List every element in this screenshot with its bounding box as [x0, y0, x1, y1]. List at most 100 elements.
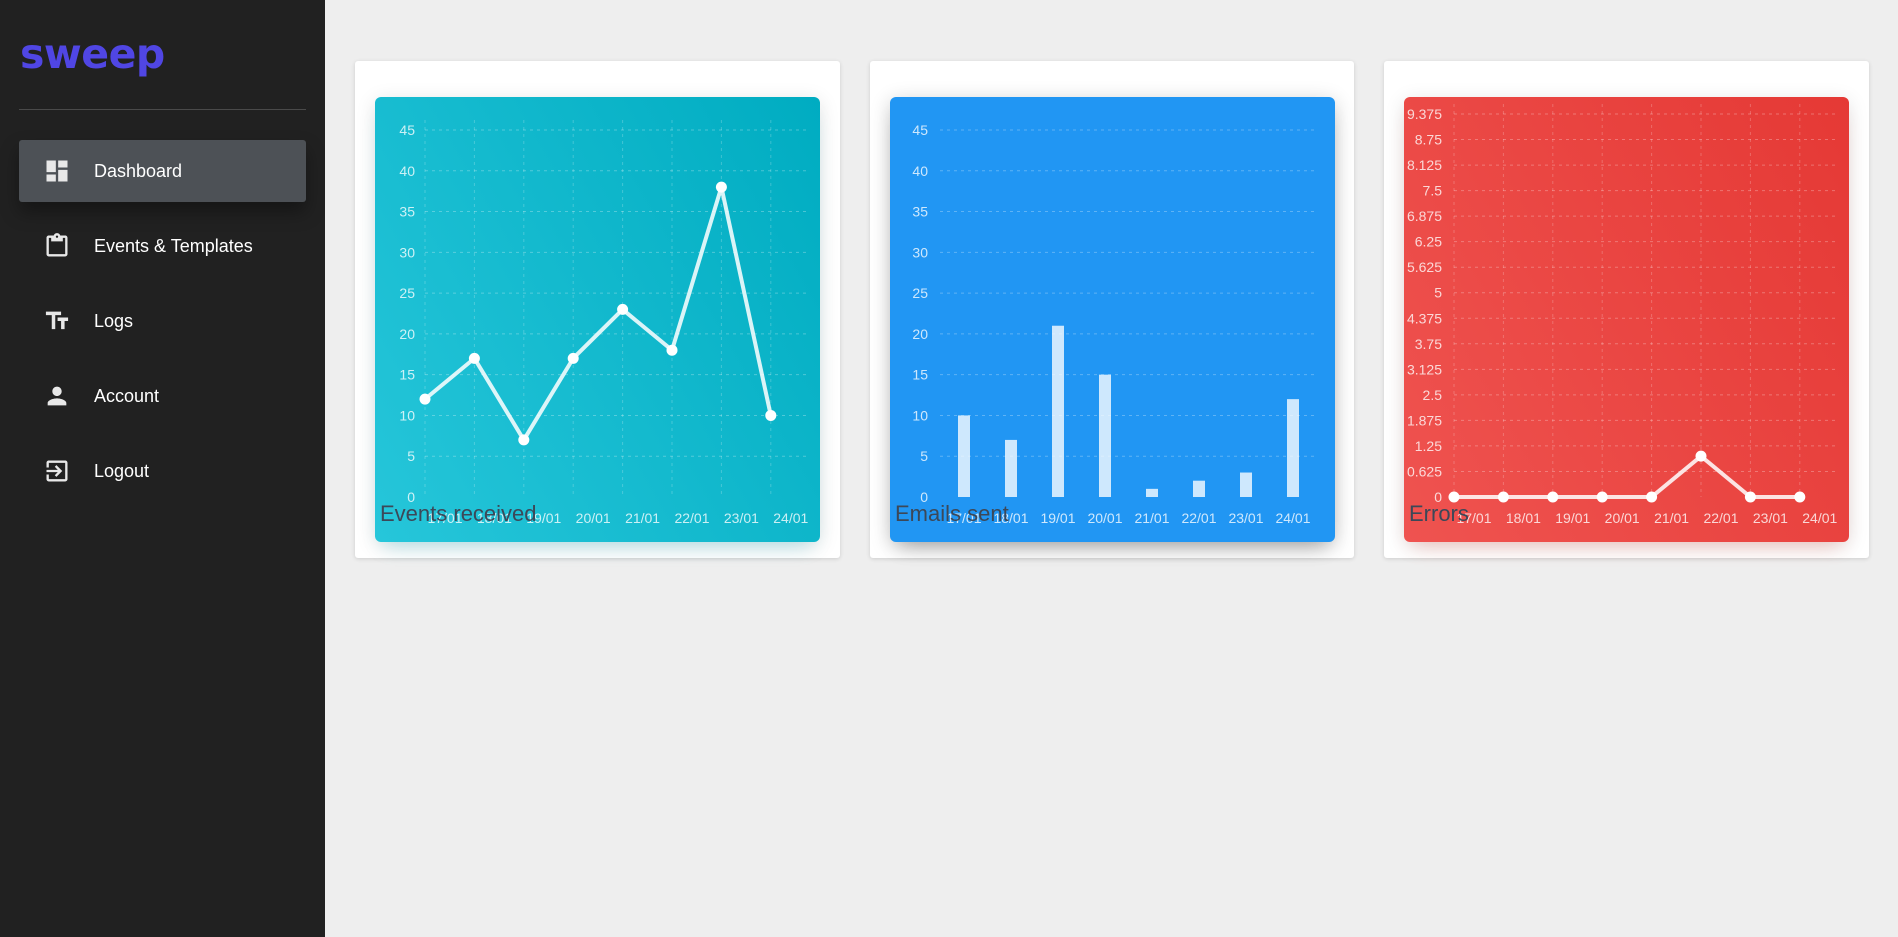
sidebar-nav: Dashboard Events & Templates Logs Accoun…: [19, 140, 306, 515]
sidebar: sweep Dashboard Events & Templates Logs …: [0, 0, 325, 937]
x-tick-label: 22/01: [1703, 510, 1738, 526]
sidebar-item-logs[interactable]: Logs: [19, 290, 306, 352]
errors-chart-svg: 00.6251.251.8752.53.1253.754.37555.6256.…: [1407, 104, 1838, 526]
events-received-chart-svg: 05101520253035404517/01 18/01 19/01 20/01 21…: [399, 120, 809, 526]
events-received-chart: 0 5 10 15 20 25 30 35 40 45 17/01 18/01 19/01 20/01 21…: [375, 97, 820, 542]
bar: [1146, 488, 1158, 497]
emails-sent-chart-svg: 05101520253035404517/01 18/01 19/01 20/01 21…: [912, 122, 1315, 526]
errors-chart: 0 0.625 1.25 1.875 2.5 3.125 3.75 4.375 5 5.625 6.…: [1404, 97, 1849, 542]
sidebar-item-events-templates[interactable]: Events & Templates: [19, 215, 306, 277]
app-logo[interactable]: sweep: [20, 30, 165, 78]
y-tick-label: 4.375: [1407, 310, 1442, 326]
x-tick-label: 23/01: [724, 510, 759, 526]
y-tick-label: 15: [912, 367, 928, 383]
data-point: [715, 181, 727, 193]
y-tick-label: 1.25: [1415, 438, 1442, 454]
y-tick-label: 20: [912, 326, 928, 342]
sidebar-item-label: Logs: [94, 310, 134, 331]
bar: [1005, 439, 1017, 497]
data-point: [1547, 491, 1559, 503]
y-tick-label: 9.375: [1407, 106, 1442, 122]
data-point: [765, 409, 777, 421]
x-tick-label: 19/01: [1040, 510, 1075, 526]
emails-sent-card: 0 5 10 15 20 25 30 35 40 45 17/01 18/01 19/01 20/01 21…: [870, 61, 1354, 558]
y-tick-label: 2.5: [1423, 387, 1443, 403]
y-tick-label: 45: [399, 122, 415, 138]
emails-sent-chart: 0 5 10 15 20 25 30 35 40 45 17/01 18/01 19/01 20/01 21…: [890, 97, 1335, 542]
x-tick-label: 21/01: [1134, 510, 1169, 526]
x-tick-label: 23/01: [1228, 510, 1263, 526]
x-tick-label: 24/01: [773, 510, 808, 526]
data-point: [666, 344, 678, 356]
y-tick-label: 30: [912, 244, 928, 260]
y-tick-label: 5: [920, 448, 928, 464]
y-tick-label: 6.875: [1407, 208, 1442, 224]
sidebar-item-logout[interactable]: Logout: [19, 440, 306, 502]
bar: [1287, 399, 1299, 497]
clipboard-icon: [42, 231, 72, 261]
y-tick-label: 35: [912, 204, 928, 220]
y-tick-label: 30: [399, 244, 415, 260]
y-tick-label: 6.25: [1415, 234, 1442, 250]
x-tick-label: 24/01: [1275, 510, 1310, 526]
x-tick-label: 22/01: [674, 510, 709, 526]
y-tick-label: 15: [399, 367, 415, 383]
sidebar-item-label: Dashboard: [94, 160, 183, 181]
sidebar-item-label: Logout: [94, 460, 150, 481]
events-received-card: 0 5 10 15 20 25 30 35 40 45 17/01 18/01 19/01 20/01 21…: [355, 61, 840, 558]
chart-grid: [424, 120, 808, 497]
card-title: Emails sent: [895, 501, 1009, 526]
y-tick-label: 25: [912, 285, 928, 301]
x-tick-label: 21/01: [1654, 510, 1689, 526]
y-tick-label: 5: [1434, 285, 1442, 301]
y-tick-label: 7.5: [1423, 183, 1443, 199]
logout-icon: [42, 456, 72, 486]
x-tick-label: 20/01: [1605, 510, 1640, 526]
y-tick-label: 10: [912, 407, 928, 423]
data-point: [1794, 491, 1806, 503]
sidebar-divider: [19, 109, 306, 110]
y-tick-label: 10: [399, 407, 415, 423]
data-point: [617, 303, 629, 315]
y-tick-label: 0.625: [1407, 463, 1442, 479]
y-tick-label: 45: [912, 122, 928, 138]
y-tick-label: 20: [399, 326, 415, 342]
x-tick-label: 22/01: [1181, 510, 1216, 526]
data-point: [1744, 491, 1756, 503]
bar: [1099, 374, 1111, 497]
chart-grid: [940, 129, 1315, 457]
y-tick-label: 40: [912, 163, 928, 179]
bar: [958, 415, 970, 497]
data-point: [468, 352, 480, 364]
bar: [1240, 472, 1252, 497]
text-style-icon: [42, 306, 72, 336]
y-tick-label: 40: [399, 163, 415, 179]
x-tick-label: 24/01: [1802, 510, 1837, 526]
series-line: [423, 185, 773, 442]
y-tick-label: 8.75: [1415, 132, 1442, 148]
y-tick-label: 25: [399, 285, 415, 301]
x-tick-label: 20/01: [1087, 510, 1122, 526]
data-point: [1695, 450, 1707, 462]
person-icon: [42, 381, 72, 411]
errors-card: 0 0.625 1.25 1.875 2.5 3.125 3.75 4.375 5 5.625 6.…: [1384, 61, 1869, 558]
y-tick-label: 3.75: [1415, 336, 1442, 352]
x-tick-label: 19/01: [1555, 510, 1590, 526]
dashboard-icon: [42, 156, 72, 186]
sidebar-item-account[interactable]: Account: [19, 365, 306, 427]
sidebar-item-label: Account: [94, 385, 160, 406]
data-point: [518, 434, 530, 446]
y-tick-label: 3.125: [1407, 361, 1442, 377]
bar: [1193, 480, 1205, 497]
sidebar-item-label: Events & Templates: [94, 235, 253, 256]
data-point: [1596, 491, 1608, 503]
bar: [1052, 325, 1064, 497]
y-tick-label: 5.625: [1407, 259, 1442, 275]
data-point: [1646, 491, 1658, 503]
sidebar-item-dashboard[interactable]: Dashboard: [19, 140, 306, 202]
data-point: [567, 352, 579, 364]
y-tick-label: 1.875: [1407, 412, 1442, 428]
card-title: Events received: [380, 501, 537, 526]
chart-grid: [1453, 104, 1837, 497]
x-tick-label: 18/01: [1506, 510, 1541, 526]
